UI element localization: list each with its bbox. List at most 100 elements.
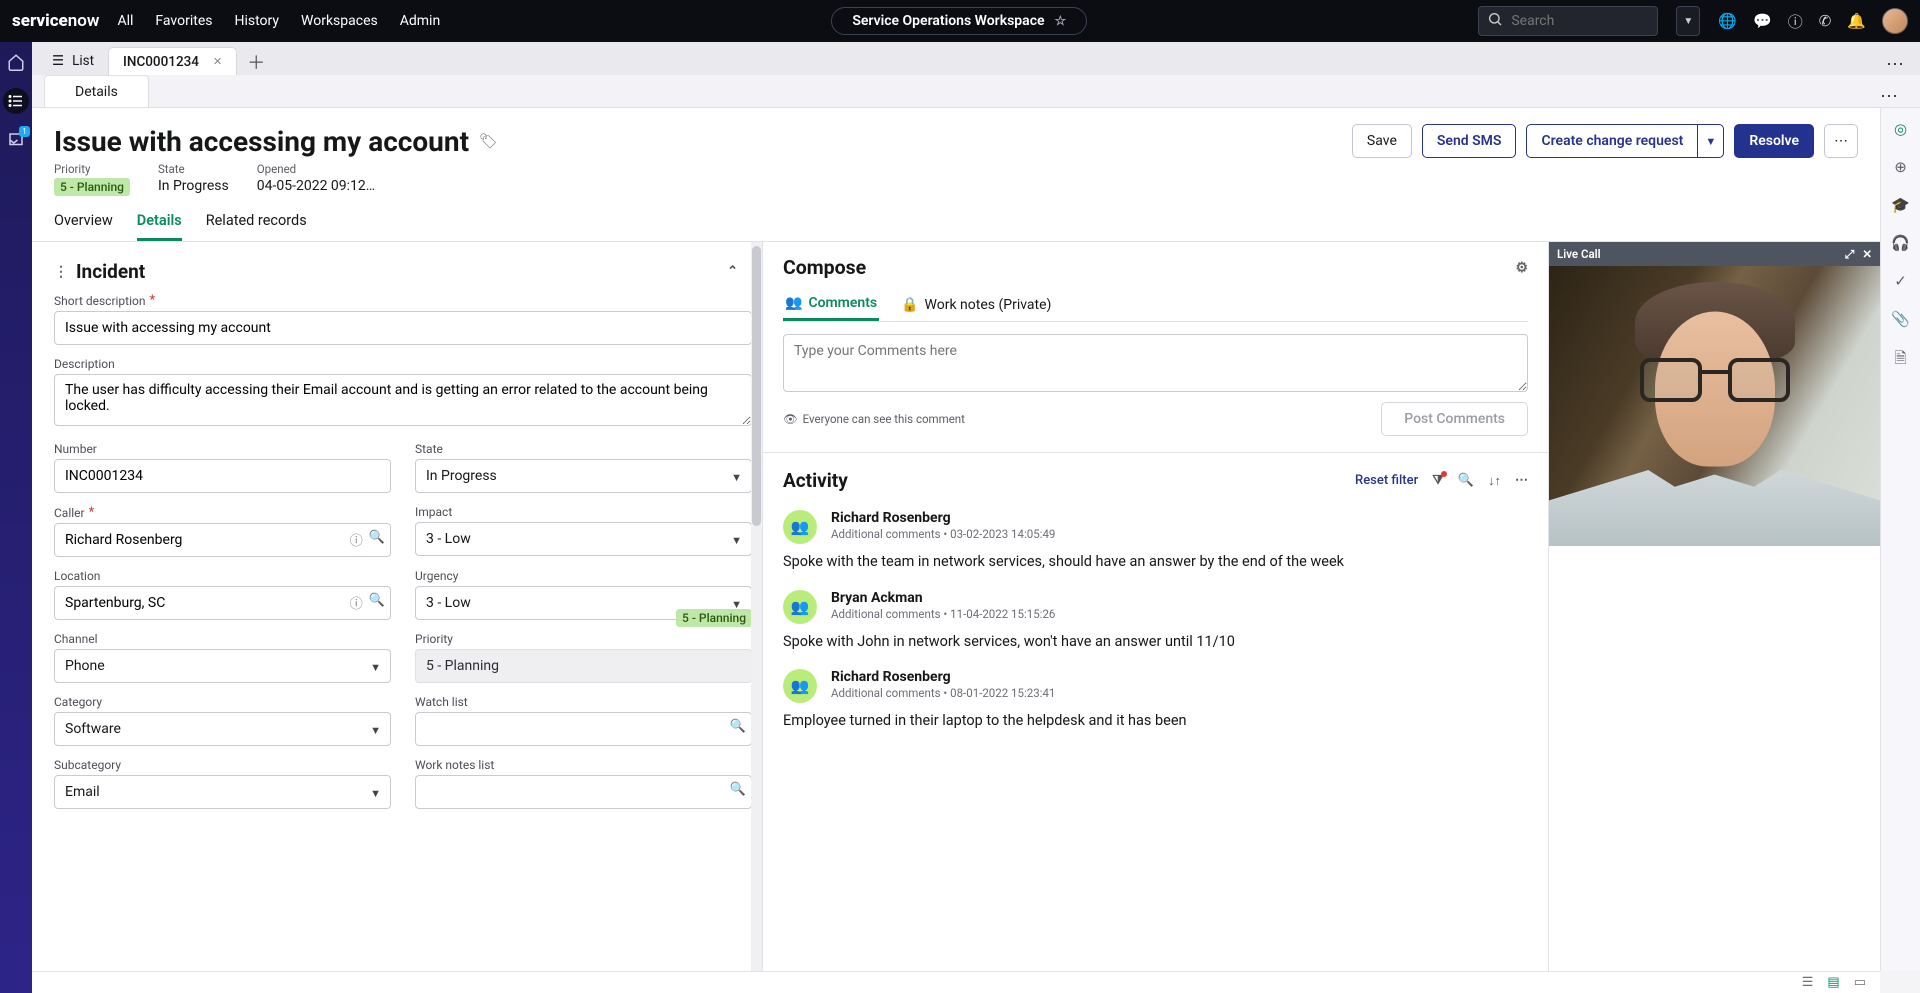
scrollbar[interactable] (751, 242, 762, 971)
nav-favorites[interactable]: Favorites (155, 13, 212, 29)
save-button[interactable]: Save (1352, 124, 1412, 158)
inbox-icon[interactable]: 1 (6, 130, 26, 150)
header-overflow-button[interactable]: ⋯ (1824, 124, 1858, 158)
tab-work-notes[interactable]: 🔒 Work notes (Private) (899, 289, 1053, 321)
page-title: Issue with accessing my account (54, 125, 469, 158)
inbox-badge: 1 (19, 126, 30, 137)
tab-overview[interactable]: Overview (54, 212, 113, 241)
subtabs-overflow-icon[interactable]: ⋯ (1880, 86, 1898, 107)
impact-label: Impact (415, 505, 752, 519)
topbar-icons: 🌐 💬 ⓘ ✆ 🔔 (1718, 8, 1908, 34)
tabs-overflow-icon[interactable]: ⋯ (1886, 54, 1904, 75)
tab-details[interactable]: Details (137, 212, 182, 241)
lookup-icon[interactable]: 🔍 (730, 719, 746, 734)
entry-text: Spoke with the team in network services,… (783, 552, 1528, 572)
meta-state-value: In Progress (158, 178, 229, 194)
phone-icon[interactable]: ✆ (1819, 12, 1832, 30)
priority-label: Priority (415, 632, 752, 646)
close-icon[interactable]: ✕ (1862, 247, 1872, 262)
world-icon[interactable]: ⊕ (1894, 158, 1907, 176)
subtabs: Details ⋯ (32, 75, 1920, 108)
close-icon[interactable]: ✕ (213, 55, 222, 68)
activity-search-icon[interactable]: 🔍 (1458, 473, 1474, 488)
section-title: Incident (76, 260, 145, 283)
create-change-button[interactable]: Create change request (1526, 124, 1698, 158)
section-handle-icon[interactable]: ⋮ (54, 264, 68, 280)
bell-icon[interactable]: 🔔 (1847, 12, 1866, 30)
post-comments-button[interactable]: Post Comments (1381, 402, 1528, 436)
desc-label: Description (54, 357, 752, 371)
live-call-title: Live Call (1557, 247, 1601, 261)
section-collapse-icon[interactable]: ⌃ (727, 264, 738, 279)
attachment-icon[interactable]: 📎 (1891, 310, 1910, 328)
list-icon[interactable] (3, 88, 29, 114)
check-icon[interactable]: ✓ (1894, 272, 1907, 290)
popout-icon[interactable]: ⤢ (1845, 247, 1854, 262)
search-dropdown[interactable]: ▼ (1676, 6, 1700, 36)
tab-incident[interactable]: INC0001234 ✕ (108, 47, 237, 75)
number-input[interactable] (54, 459, 391, 493)
nav-history[interactable]: History (234, 13, 279, 29)
agent-assist-icon[interactable]: ◎ (1894, 120, 1907, 138)
activity-entry: 👥 Richard Rosenberg Additional comments … (783, 510, 1528, 544)
tab-related-records[interactable]: Related records (206, 212, 307, 241)
nav-all[interactable]: All (117, 13, 133, 29)
view-list-icon[interactable]: ☰ (1802, 975, 1814, 990)
help-icon[interactable]: ⓘ (1788, 11, 1803, 32)
lookup-icon[interactable]: 🔍 (369, 530, 385, 549)
chat-icon[interactable]: 💬 (1753, 12, 1772, 30)
workspace-pill[interactable]: Service Operations Workspace ☆ (831, 7, 1087, 35)
meta-priority-label: Priority (54, 162, 130, 176)
state-select[interactable]: In Progress (415, 459, 752, 493)
activity-entry: 👥 Bryan Ackman Additional comments • 11-… (783, 590, 1528, 624)
sort-icon[interactable]: ↓↑ (1488, 473, 1501, 489)
info-icon[interactable]: ⓘ (350, 593, 363, 612)
tab-comments[interactable]: 👥 Comments (783, 289, 879, 321)
location-input[interactable] (54, 586, 391, 620)
channel-label: Channel (54, 632, 391, 646)
work-notes-list-input[interactable] (415, 775, 752, 809)
search-input-wrap[interactable] (1478, 6, 1658, 36)
tag-icon[interactable]: 🏷 (479, 132, 498, 150)
entry-text: Spoke with John in network services, won… (783, 632, 1528, 652)
nav-admin[interactable]: Admin (400, 13, 440, 29)
document-icon[interactable]: 🗎 (1894, 348, 1906, 373)
watch-list-input[interactable] (415, 712, 752, 746)
star-icon[interactable]: ☆ (1055, 14, 1067, 29)
view-split-icon[interactable]: ▤ (1827, 975, 1839, 990)
caller-input[interactable] (54, 523, 391, 557)
new-tab-button[interactable]: ＋ (247, 49, 265, 75)
search-input[interactable] (1511, 13, 1649, 29)
create-change-dropdown[interactable]: ▼ (1698, 124, 1724, 158)
lookup-icon[interactable]: 🔍 (369, 593, 385, 612)
resolve-button[interactable]: Resolve (1734, 124, 1814, 158)
lookup-icon[interactable]: 🔍 (730, 782, 746, 797)
user-avatar[interactable] (1882, 8, 1908, 34)
activity-overflow-icon[interactable]: ⋯ (1515, 473, 1528, 488)
education-icon[interactable]: 🎓 (1891, 196, 1910, 214)
compose-settings-icon[interactable]: ⚙ (1515, 260, 1528, 276)
entry-sub: Additional comments • 08-01-2022 15:23:4… (831, 686, 1055, 700)
impact-select[interactable]: 3 - Low (415, 522, 752, 556)
meta-state-label: State (158, 162, 229, 176)
reset-filter-link[interactable]: Reset filter (1355, 473, 1418, 488)
send-sms-button[interactable]: Send SMS (1422, 124, 1517, 158)
subtab-details[interactable]: Details (44, 75, 149, 107)
view-card-icon[interactable]: ▭ (1854, 975, 1866, 990)
globe-icon[interactable]: 🌐 (1718, 12, 1737, 30)
filter-icon[interactable]: ⧩ (1432, 473, 1444, 488)
tab-list[interactable]: ☰ List (38, 47, 108, 75)
home-icon[interactable] (6, 52, 26, 72)
activity-entry: 👥 Richard Rosenberg Additional comments … (783, 669, 1528, 703)
subcategory-select[interactable]: Email (54, 775, 391, 809)
desc-input[interactable]: The user has difficulty accessing their … (54, 374, 752, 426)
short-desc-input[interactable] (54, 311, 752, 345)
workspace-pill-label: Service Operations Workspace (852, 13, 1044, 29)
headset-icon[interactable]: 🎧 (1891, 234, 1910, 252)
nav-workspaces[interactable]: Workspaces (301, 13, 378, 29)
compose-input[interactable] (783, 334, 1528, 392)
record-meta: Priority 5 - Planning State In Progress … (32, 158, 1880, 196)
category-select[interactable]: Software (54, 712, 391, 746)
info-icon[interactable]: ⓘ (350, 530, 363, 549)
channel-select[interactable]: Phone (54, 649, 391, 683)
